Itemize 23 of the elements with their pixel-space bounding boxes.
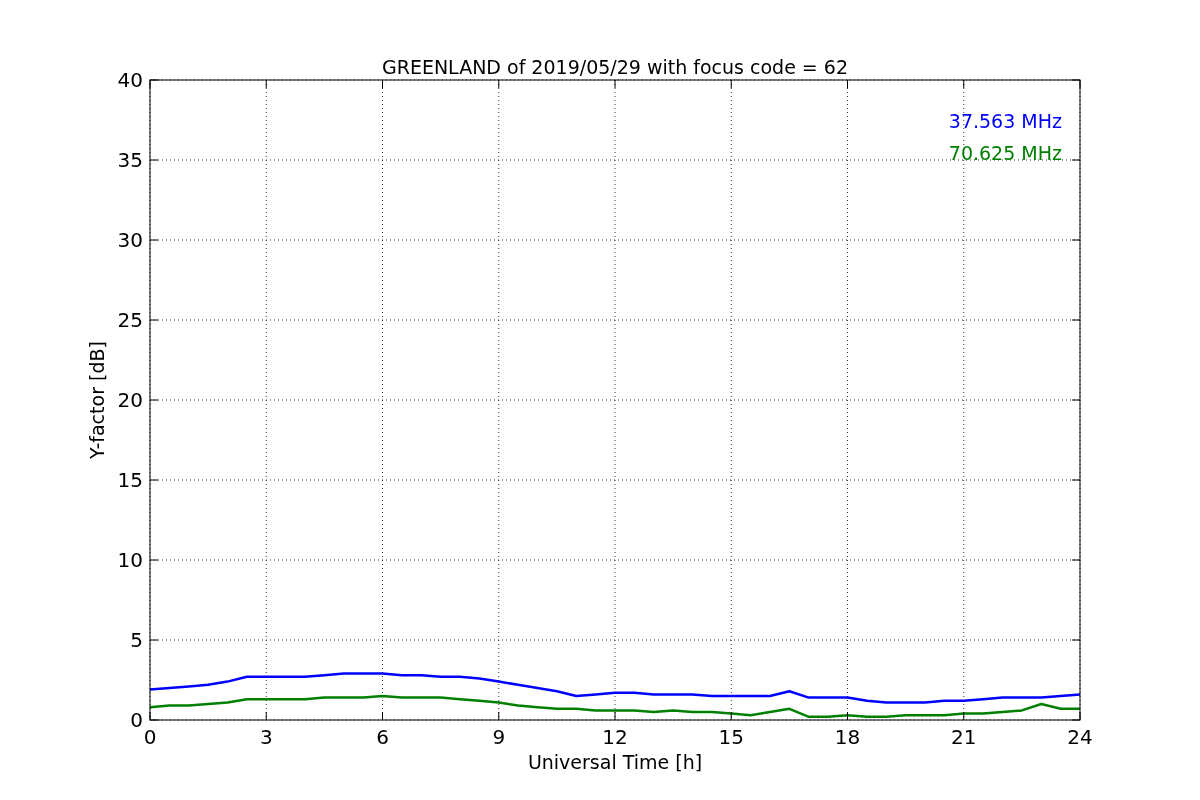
y-tick-label: 5 [130,628,143,652]
x-tick-label: 9 [492,725,506,749]
x-tick-label: 6 [376,725,389,749]
x-tick-label: 12 [602,725,628,749]
legend-label: 70.625 MHz [948,142,1062,164]
x-tick-label: 0 [143,725,157,749]
y-tick-label: 0 [130,708,143,732]
x-tick-label: 18 [834,725,861,749]
y-tick-label: 35 [117,148,143,172]
y-tick-label: 10 [117,548,143,572]
x-tick-label: 3 [259,725,273,749]
legend-label: 37.563 MHz [948,110,1062,132]
y-tick-label: 40 [117,68,143,92]
x-tick-label: 21 [951,725,977,749]
x-tick-label: 15 [718,725,744,749]
y-axis-label: Y-factor [dB] [86,341,108,459]
y-tick-label: 15 [117,468,143,492]
x-tick-label: 24 [1067,725,1093,749]
y-tick-label: 30 [117,228,143,252]
y-tick-label: 20 [117,388,143,412]
chart-title: GREENLAND of 2019/05/29 with focus code = 62 [382,56,848,78]
y-tick-label: 25 [117,308,143,332]
x-axis-label: Universal Time [h] [527,751,703,773]
